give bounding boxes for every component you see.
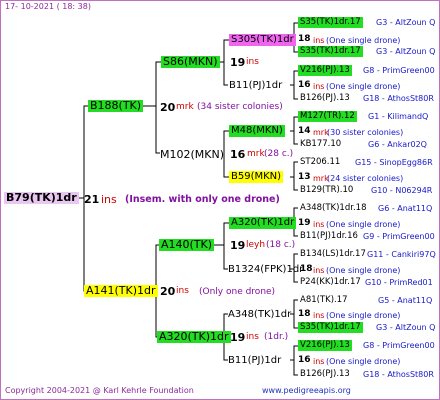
gen4-info-10: G9 - PrimGreen00 [363,232,435,241]
root-ins-count: 21 [84,193,100,206]
gen3-count-4: 13 [298,172,311,182]
gen3-count-3: 14 [298,126,311,136]
gen3-queen-5[interactable]: A320(TK)1dr [229,217,297,229]
gen2-unit-4: ins [246,332,259,342]
gen4-queen-7[interactable]: ST206.11 [300,157,340,168]
gen2-queen-2[interactable]: M102(MKN) [160,148,224,161]
gen2-note-4: (1dr.) [264,332,289,342]
gen2-queen-4[interactable]: A320(TK)1dr [157,331,231,343]
gen4-info-15: G8 - PrimGreen00 [363,341,435,350]
gen3-note-8: (One single drone) [326,357,401,366]
gen3-count-2: 16 [298,80,311,90]
gen3-count-1: 18 [298,34,311,44]
gen3-unit-8: ins [313,357,325,366]
root-ins-note: (Insem. with only one drone) [125,194,280,205]
gen3-count-7: 18 [298,309,311,319]
gen3-note-6: (One single drone) [326,266,401,275]
gen4-queen-9[interactable]: A348(TK)1dr.18 [300,203,366,214]
gen2-count-2: 16 [230,148,246,161]
root-queen[interactable]: B79(TK)1dr [4,192,79,204]
gen4-queen-1[interactable]: S35(TK)1dr.17 [298,17,363,28]
gen3-queen-8[interactable]: B11(PJ)1dr [228,355,281,366]
gen4-queen-16[interactable]: B126(PJ).13 [300,369,350,380]
gen1-unit-1: mrk [176,102,194,112]
gen4-info-13: G5 - Anat11Q [378,296,433,305]
gen4-queen-11[interactable]: B134(LS)1dr.17 [300,249,366,260]
gen4-queen-8[interactable]: B129(TR).10 [300,185,353,196]
gen4-queen-2[interactable]: S35(TK)1dr.17 [298,46,363,57]
gen3-queen-3[interactable]: M48(MKN) [229,125,285,137]
gen2-queen-3[interactable]: A140(TK) [159,239,215,251]
gen4-info-5: G1 - KilimandQ [368,112,429,121]
gen3-unit-1: ins [313,36,325,45]
gen4-info-4: G18 - AthosSt80R [363,94,434,103]
gen1-note-1: (34 sister colonies) [197,102,283,112]
gen4-info-11: G11 - Cankiri97Q [367,250,436,259]
gen4-queen-4[interactable]: B126(PJ).13 [300,93,350,104]
gen3-queen-6[interactable]: B1324(FPK)1dr [228,264,303,275]
gen2-unit-1: ins [246,57,259,67]
gen3-note-2: (One single drone) [326,82,401,91]
gen2-unit-2: mrk [247,149,265,159]
gen3-unit-2: ins [313,82,325,91]
gen4-queen-10[interactable]: B11(PJ)1dr.16 [300,231,358,242]
gen4-info-7: G15 - SinopEgg86R [355,158,433,167]
gen4-info-1: G3 - AltZoun Q [376,18,436,27]
gen3-count-5: 19 [298,218,311,228]
gen2-unit-3: leyh [246,240,266,250]
gen4-queen-13[interactable]: A81(TK).17 [300,295,348,306]
root-ins-label: ins [101,193,117,206]
gen3-count-6: 18 [300,264,313,274]
gen3-unit-5: ins [313,220,325,229]
gen2-count-3: 19 [230,239,246,252]
gen3-unit-7: ins [313,311,325,320]
gen4-info-14: G3 - AltZoun Q [376,323,436,332]
gen4-queen-5[interactable]: M127(TR).12 [298,111,357,122]
gen3-note-5: (One single drone) [326,220,401,229]
gen4-info-9: G6 - Anat11Q [378,204,433,213]
gen3-note-4: (24 sister colonies) [327,174,404,183]
gen4-queen-14[interactable]: S35(TK)1dr.17 [298,322,363,333]
gen3-queen-1[interactable]: S305(TK)1dr [229,34,296,46]
gen2-count-4: 19 [230,331,246,344]
gen4-info-6: G6 - Ankar02Q [368,140,427,149]
gen3-queen-2[interactable]: B11(PJ)1dr [229,80,282,91]
gen4-info-3: G8 - PrimGreen00 [363,66,435,75]
gen1-count-2: 20 [160,285,176,298]
gen2-note-2: (28 c.) [264,149,294,159]
gen2-queen-1[interactable]: S86(MKN) [161,56,220,68]
gen3-unit-6: ins [313,266,325,275]
gen3-note-7: (One single drone) [326,311,401,320]
gen4-queen-12[interactable]: P24(KK)1dr.17 [300,277,361,288]
gen2-count-1: 19 [230,56,246,69]
gen4-queen-3[interactable]: V216(PJ).13 [298,65,352,76]
gen1-unit-2: ins [176,286,189,296]
gen1-note-2: (Only one drone) [199,287,276,297]
gen4-info-2: G3 - AltZoun Q [376,47,436,56]
gen3-note-1: (One single drone) [326,36,401,45]
gen3-queen-4[interactable]: B59(MKN) [229,171,284,183]
gen3-queen-7[interactable]: A348(TK)1dr [228,309,291,320]
gen4-queen-6[interactable]: KB177.10 [300,139,341,150]
gen1-count-1: 20 [160,101,176,114]
gen4-info-8: G10 - N06294R [371,186,433,195]
gen4-info-16: G18 - AthosSt80R [363,370,434,379]
gen1-queen-1[interactable]: B188(TK) [88,100,144,112]
site-link[interactable]: www.pedigreeapis.org [262,386,351,395]
copyright-text: Copyright 2004-2021 @ Karl Kehrle Founda… [5,386,194,395]
gen4-info-12: G10 - PrimRed01 [365,278,433,287]
gen3-count-8: 16 [298,355,311,365]
gen3-note-3: (30 sister colonies) [327,128,404,137]
gen4-queen-15[interactable]: V216(PJ).13 [298,340,352,351]
gen2-note-3: (18 c.) [266,240,296,250]
gen1-queen-2[interactable]: A141(TK)1dr [84,285,158,297]
